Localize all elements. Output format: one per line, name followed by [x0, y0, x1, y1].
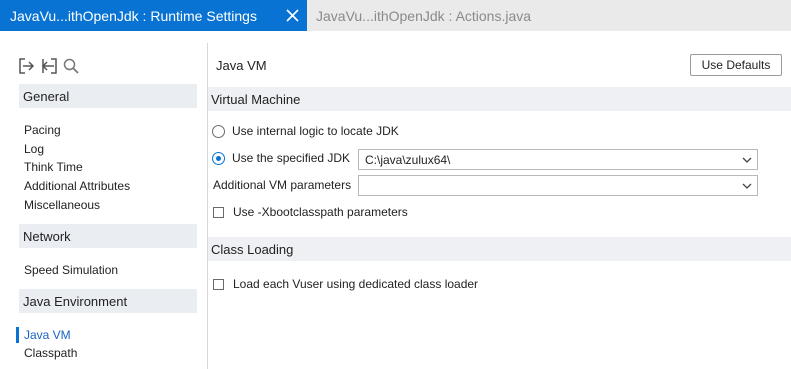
chevron-down-icon[interactable] — [737, 150, 757, 169]
group-header-class-loading-title: Class Loading — [211, 241, 294, 257]
page-title: Java VM — [216, 58, 267, 73]
tab-runtime-settings[interactable]: JavaVu...ithOpenJdk : Runtime Settings — [0, 0, 307, 31]
sidebar-item-java-vm[interactable]: Java VM — [24, 328, 71, 342]
sidebar-section-network: Network — [19, 224, 197, 248]
group-header-virtual-machine-title: Virtual Machine — [211, 91, 301, 107]
radio-specified-jdk[interactable]: Use the specified JDK — [212, 151, 350, 165]
group-header-virtual-machine: Virtual Machine — [208, 87, 791, 111]
tab-actions-java-label: JavaVu...ithOpenJdk : Actions.java — [316, 7, 532, 24]
radio-specified-jdk-label: Use the specified JDK — [232, 151, 351, 165]
tab-actions-java[interactable]: JavaVu...ithOpenJdk : Actions.java — [307, 0, 557, 31]
dedicated-loader-checkbox[interactable] — [213, 278, 224, 290]
radio-specified-jdk-button[interactable] — [212, 151, 225, 165]
jdk-path-combo[interactable]: C:\java\zulux64\ — [358, 149, 758, 170]
chevron-down-icon[interactable] — [737, 176, 757, 195]
additional-vm-params-combo[interactable] — [358, 175, 758, 196]
group-header-class-loading: Class Loading — [208, 237, 791, 261]
dedicated-loader-checkbox-row[interactable]: Load each Vuser using dedicated class lo… — [213, 277, 478, 291]
sidebar-item-additional-attributes[interactable]: Additional Attributes — [24, 179, 130, 193]
sidebar-item-miscellaneous[interactable]: Miscellaneous — [24, 198, 100, 212]
sidebar-section-java-environment: Java Environment — [19, 289, 197, 313]
jdk-path-value: C:\java\zulux64\ — [365, 152, 451, 167]
sidebar-section-general-title: General — [23, 88, 70, 104]
sidebar-item-speed-simulation[interactable]: Speed Simulation — [24, 263, 118, 277]
radio-internal-logic-label: Use internal logic to locate JDK — [232, 124, 399, 138]
xbootclasspath-label: Use -Xbootclasspath parameters — [233, 205, 408, 219]
sidebar-section-general: General — [19, 84, 197, 108]
sidebar-item-pacing[interactable]: Pacing — [24, 123, 61, 137]
dedicated-loader-label: Load each Vuser using dedicated class lo… — [233, 277, 479, 291]
import-icon[interactable] — [18, 57, 36, 75]
sidebar-item-think-time[interactable]: Think Time — [24, 160, 83, 174]
tab-bar: JavaVu...ithOpenJdk : Runtime Settings J… — [0, 0, 791, 31]
radio-internal-logic[interactable]: Use internal logic to locate JDK — [212, 124, 399, 138]
selected-indicator — [16, 327, 19, 343]
sidebar-item-log[interactable]: Log — [24, 142, 44, 156]
xbootclasspath-checkbox[interactable] — [213, 206, 224, 218]
sidebar-section-java-environment-title: Java Environment — [23, 293, 128, 309]
sidebar: General Pacing Log Think Time Additional… — [0, 43, 208, 369]
export-icon[interactable] — [40, 57, 58, 75]
tab-runtime-settings-label: JavaVu...ithOpenJdk : Runtime Settings — [10, 7, 257, 24]
use-defaults-button[interactable]: Use Defaults — [690, 54, 782, 76]
additional-vm-params-label: Additional VM parameters — [213, 178, 352, 192]
search-icon[interactable] — [62, 57, 80, 75]
radio-internal-logic-button[interactable] — [212, 124, 225, 138]
sidebar-section-network-title: Network — [23, 228, 71, 244]
xbootclasspath-checkbox-row[interactable]: Use -Xbootclasspath parameters — [213, 205, 408, 219]
close-icon[interactable] — [277, 0, 307, 31]
sidebar-item-classpath[interactable]: Classpath — [24, 346, 77, 360]
sidebar-toolbar — [18, 57, 80, 75]
